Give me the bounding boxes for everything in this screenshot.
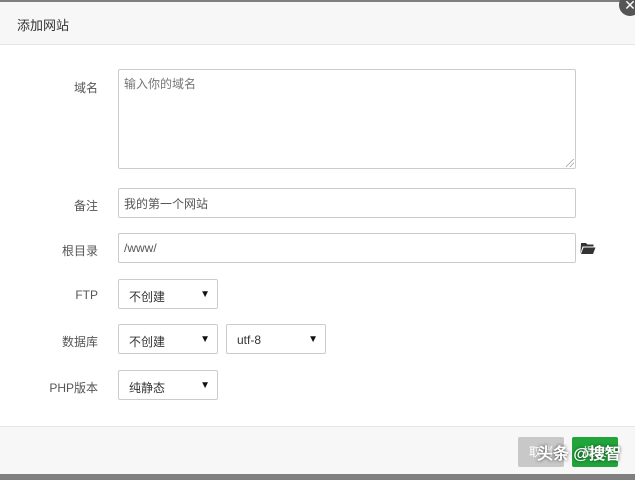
charset-selected-value: utf-8 [237,333,262,347]
watermark: 头条 @搜智 [536,446,621,463]
root-dir-input[interactable] [118,233,576,263]
dialog-title: 添加网站 [17,18,70,33]
remark-input[interactable] [118,188,576,218]
ftp-selected-value: 不创建 [129,290,166,304]
php-label: PHP版本 [49,381,98,395]
root-dir-label: 根目录 [61,244,98,258]
remark-label: 备注 [73,199,98,213]
add-site-dialog: 添加网站 ✕ 域名 备注 根目录 FTP 不创建 ▼ 数据库 不创建 ▼ utf… [0,0,635,477]
dialog-header: 添加网站 [0,2,635,45]
domain-input[interactable] [118,69,576,169]
php-version-select[interactable]: 纯静态 ▼ [118,370,218,400]
domain-field-wrap [118,69,576,169]
database-label: 数据库 [61,335,98,349]
php-selected-value: 纯静态 [129,381,166,395]
database-select[interactable]: 不创建 ▼ [118,324,218,354]
folder-open-icon[interactable] [580,241,596,255]
page-bottom-bar [0,474,635,480]
charset-select[interactable]: utf-8 ▼ [226,324,326,354]
caret-down-icon: ▼ [200,334,210,345]
ftp-select[interactable]: 不创建 ▼ [118,279,218,309]
ftp-label: FTP [75,288,98,302]
caret-down-icon: ▼ [200,380,210,391]
database-selected-value: 不创建 [129,335,166,349]
caret-down-icon: ▼ [200,289,210,300]
domain-label: 域名 [73,81,98,95]
caret-down-icon: ▼ [308,334,318,345]
resize-handle[interactable] [566,159,574,167]
